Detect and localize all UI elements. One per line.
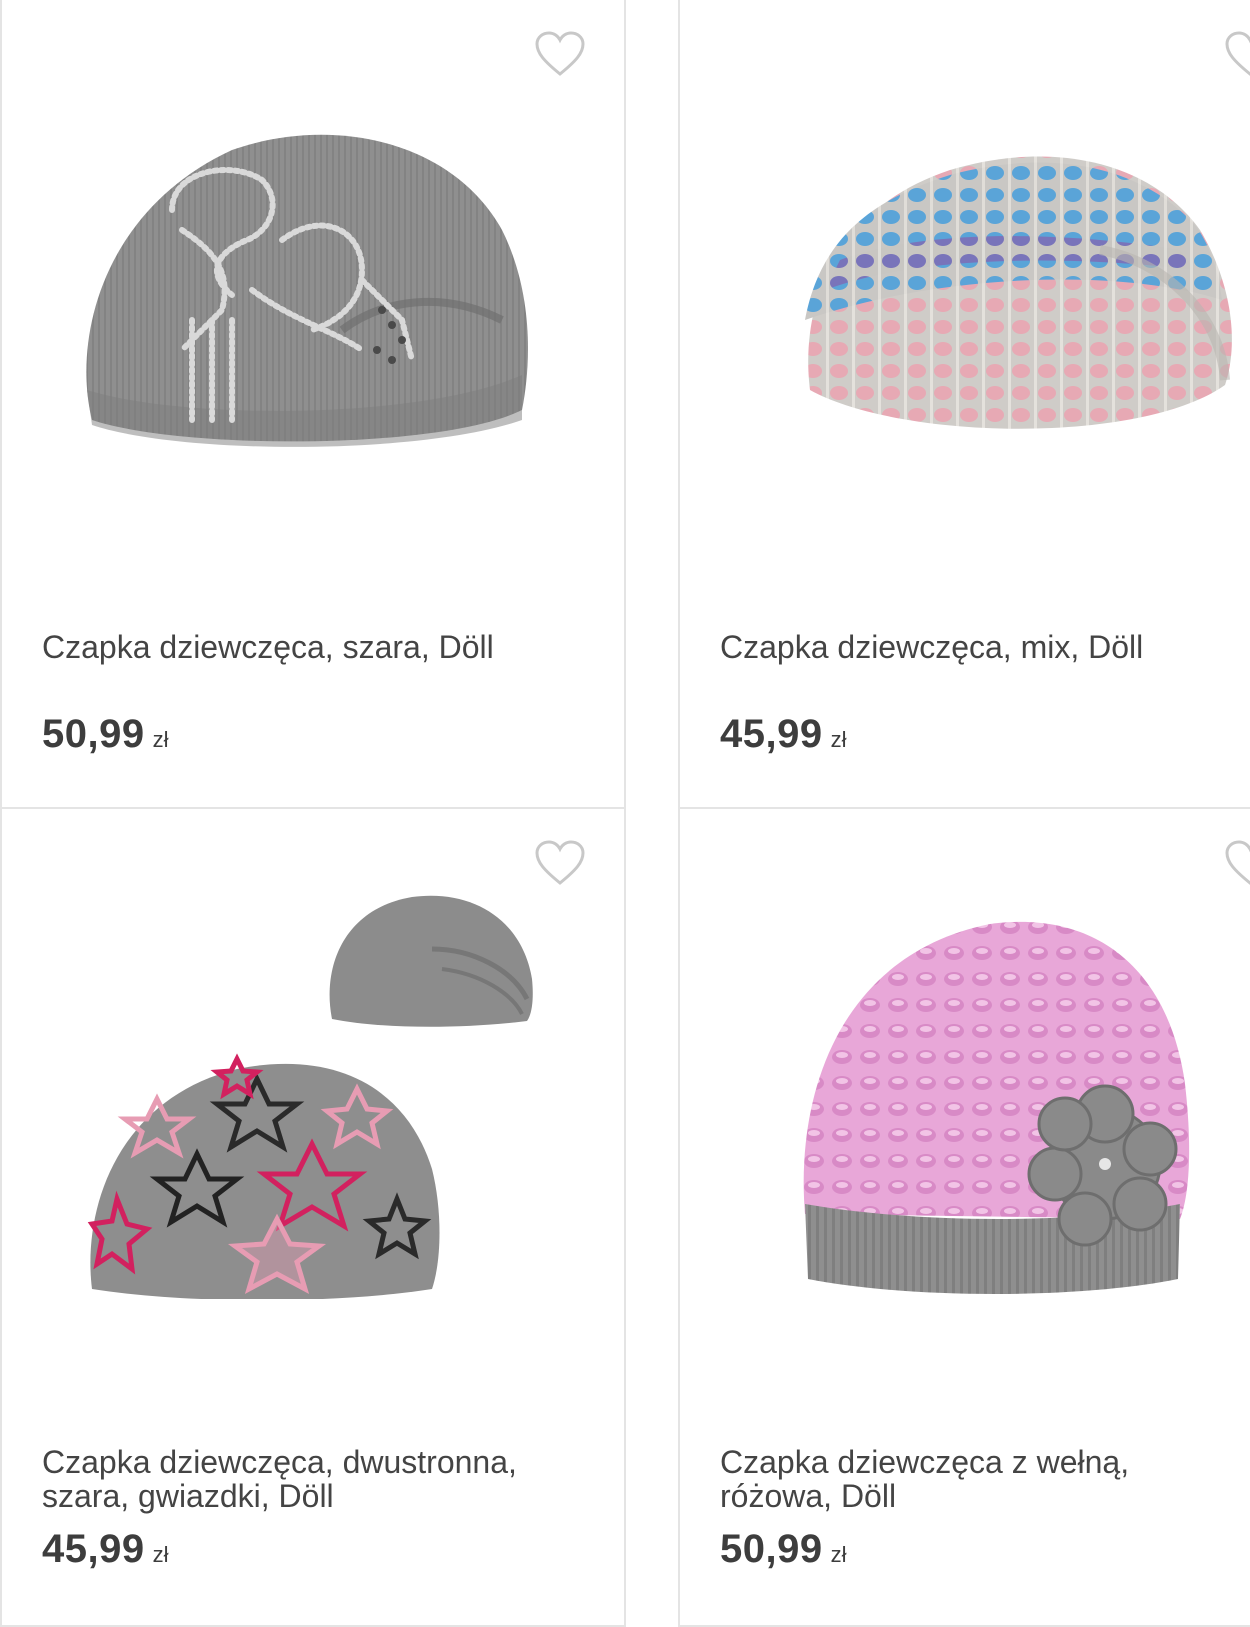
- product-price: 45,99 zł: [42, 1527, 169, 1572]
- product-price: 45,99 zł: [720, 712, 847, 757]
- price-value: 45,99: [42, 1527, 145, 1571]
- product-title[interactable]: Czapka dziewczęca, szara, Döll: [42, 630, 562, 664]
- price-value: 50,99: [720, 1527, 823, 1571]
- product-card[interactable]: Czapka dziewczęca, szara, Döll 50,99 zł: [0, 0, 626, 809]
- price-currency: zł: [152, 1542, 169, 1567]
- multicolor-knit-beanie-image[interactable]: [680, 0, 1250, 600]
- price-currency: zł: [830, 1542, 847, 1567]
- product-price: 50,99 zł: [720, 1527, 847, 1572]
- product-title[interactable]: Czapka dziewczęca, dwustronna, szara, gw…: [42, 1445, 562, 1513]
- product-card[interactable]: Czapka dziewczęca z wełną, różowa, Döll …: [678, 807, 1250, 1627]
- price-currency: zł: [152, 727, 169, 752]
- product-card[interactable]: Czapka dziewczęca, mix, Döll 45,99 zł: [678, 0, 1250, 809]
- product-title[interactable]: Czapka dziewczęca, mix, Döll: [720, 630, 1240, 664]
- product-card[interactable]: Czapka dziewczęca, dwustronna, szara, gw…: [0, 807, 626, 1627]
- product-title[interactable]: Czapka dziewczęca z wełną, różowa, Döll: [720, 1445, 1240, 1513]
- reversible-star-beanie-image[interactable]: [2, 809, 624, 1409]
- product-grid: Czapka dziewczęca, szara, Döll 50,99 zł: [0, 0, 1250, 1627]
- grey-beanie-rhinestone-image[interactable]: [2, 0, 624, 600]
- price-currency: zł: [830, 727, 847, 752]
- price-value: 50,99: [42, 712, 145, 756]
- price-value: 45,99: [720, 712, 823, 756]
- pink-wool-hat-flower-image[interactable]: [680, 809, 1250, 1409]
- product-price: 50,99 zł: [42, 712, 169, 757]
